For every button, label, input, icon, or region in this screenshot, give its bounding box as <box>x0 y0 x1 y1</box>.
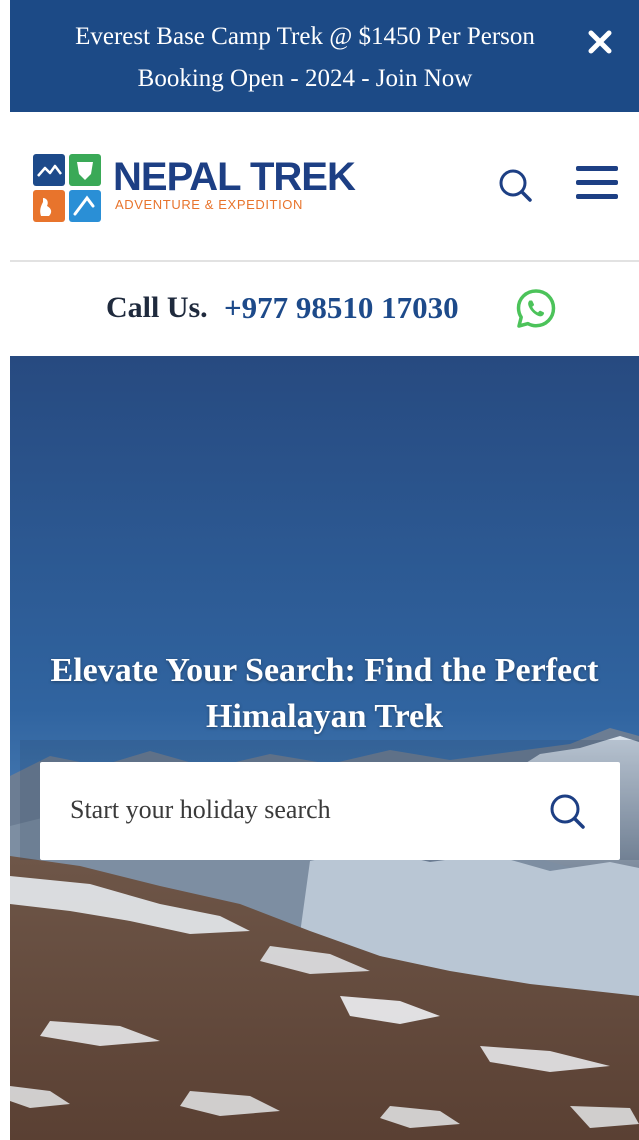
close-banner-button[interactable] <box>582 24 618 60</box>
promo-headline[interactable]: Everest Base Camp Trek @ $1450 Per Perso… <box>10 22 600 52</box>
site-header: NEPAL TREK ADVENTURE & EXPEDITION <box>10 112 639 262</box>
hero-title: Elevate Your Search: Find the Perfect Hi… <box>50 652 599 735</box>
holiday-search-input[interactable] <box>70 790 530 830</box>
logo-tagline: ADVENTURE & EXPEDITION <box>115 197 304 212</box>
promo-subline[interactable]: Booking Open - 2024 - Join Now <box>10 64 600 94</box>
close-icon <box>588 30 612 54</box>
header-search-button[interactable] <box>496 166 536 206</box>
holiday-search-button[interactable] <box>546 790 590 834</box>
call-bar: Call Us. +977 98510 17030 <box>10 262 639 356</box>
holiday-search-box <box>40 762 620 860</box>
menu-button[interactable] <box>574 162 620 204</box>
search-icon <box>499 169 532 202</box>
logo-mark-icon <box>33 154 101 222</box>
page: Everest Base Camp Trek @ $1450 Per Perso… <box>0 0 639 1140</box>
hamburger-menu-icon <box>576 166 618 199</box>
logo-wordmark: NEPAL TREK <box>113 155 356 199</box>
phone-number-link[interactable]: +977 98510 17030 <box>224 290 459 326</box>
hero-section: Elevate Your Search: Find the Perfect Hi… <box>10 356 639 1140</box>
promo-banner[interactable]: Everest Base Camp Trek @ $1450 Per Perso… <box>10 0 639 112</box>
viewport: Everest Base Camp Trek @ $1450 Per Perso… <box>10 0 639 1140</box>
whatsapp-button[interactable] <box>515 288 557 330</box>
whatsapp-icon <box>516 289 556 328</box>
call-label: Call Us. <box>106 291 208 324</box>
site-logo[interactable]: NEPAL TREK ADVENTURE & EXPEDITION <box>33 154 356 224</box>
search-icon <box>550 794 585 829</box>
